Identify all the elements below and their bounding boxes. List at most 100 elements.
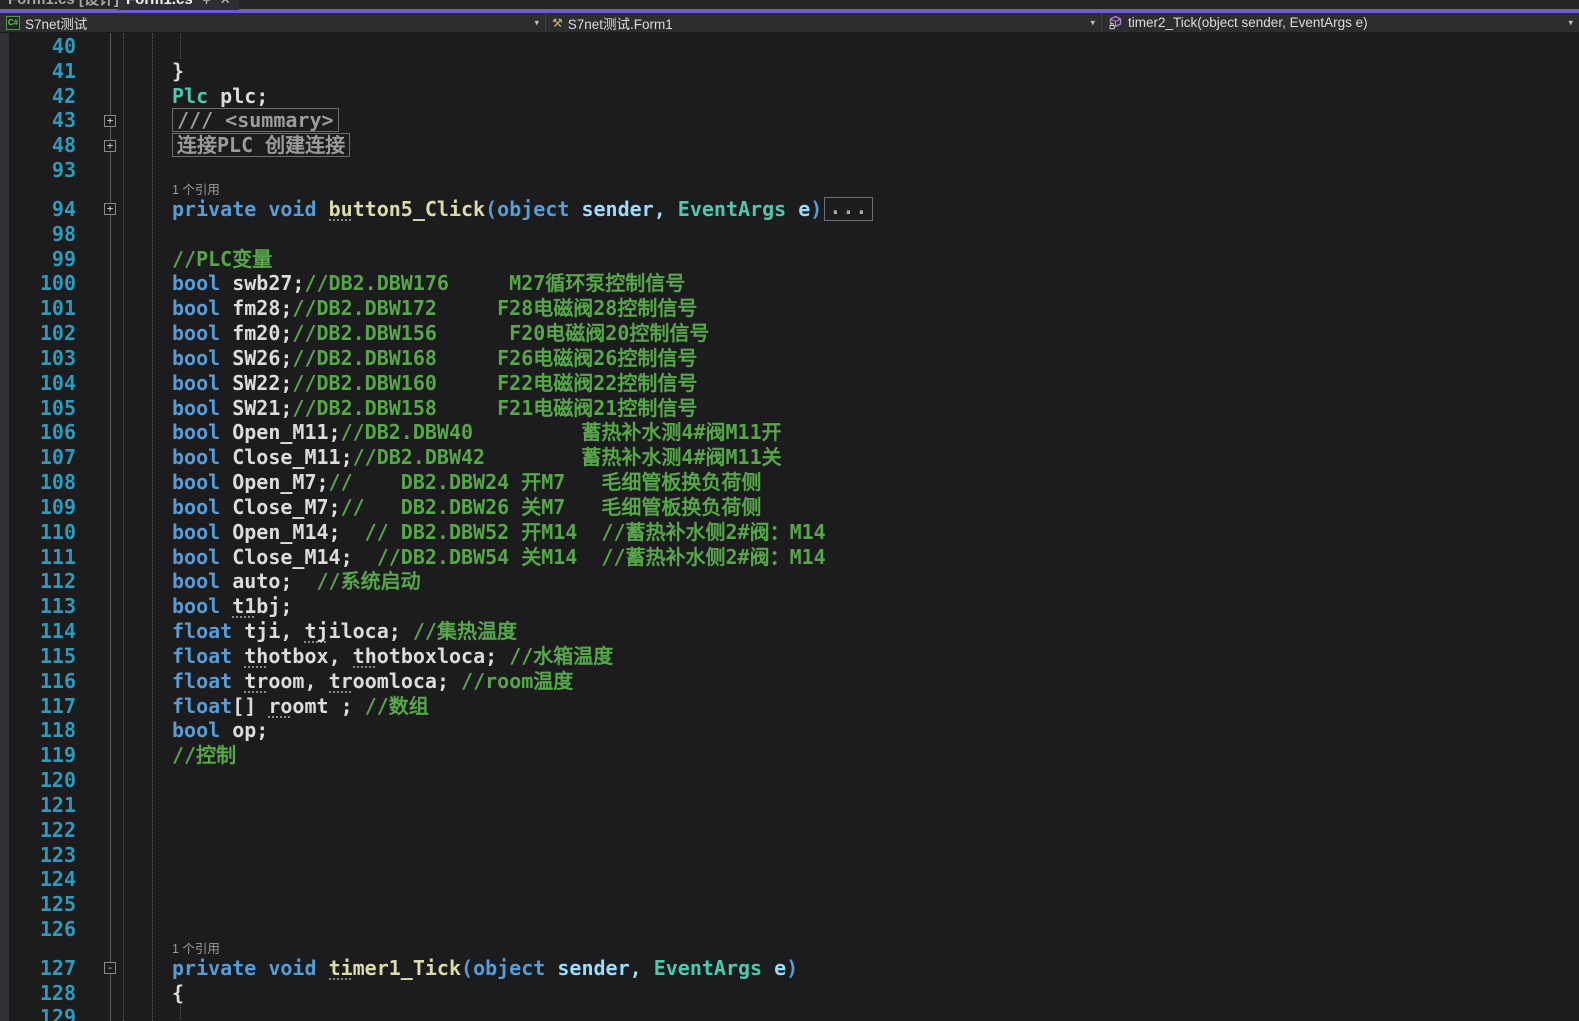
code-row[interactable]: 103bool SW26;//DB2.DBW168 F26电磁阀26控制信号 — [0, 346, 1579, 371]
line-number: 111 — [0, 545, 76, 570]
code-row[interactable]: 40 — [0, 34, 1579, 59]
code-token: bool — [172, 594, 220, 618]
navbar-project-dropdown[interactable]: C# S7net测试 ▾ — [0, 13, 546, 32]
code-row[interactable]: 129 — [0, 1005, 1579, 1021]
code-row[interactable]: 115float thotbox, thotboxloca; //水箱温度 — [0, 644, 1579, 669]
code-row[interactable]: 118bool op; — [0, 718, 1579, 743]
code-editor[interactable]: 4041}42Plc plc;43+/// <summary>48+连接PLC … — [0, 33, 1579, 1021]
line-number: 93 — [0, 158, 76, 183]
collapsed-region-box[interactable]: /// <summary> — [172, 108, 339, 132]
code-row[interactable]: 128{ — [0, 981, 1579, 1006]
code-line-text: private void timer1_Tick(object sender, … — [172, 956, 798, 981]
line-number: 116 — [0, 669, 76, 694]
code-row[interactable]: 43+/// <summary> — [0, 108, 1579, 133]
code-line-text: bool Close_M11;//DB2.DBW42 蓄热补水测4#阀M11关 — [172, 445, 782, 470]
code-line-text: bool Close_M7;// DB2.DBW26 关M7 毛细管板换负荷侧 — [172, 495, 761, 520]
code-row[interactable]: 110bool Open_M14; // DB2.DBW52 开M14 //蓄热… — [0, 520, 1579, 545]
code-row[interactable]: 111bool Close_M14; //DB2.DBW54 关M14 //蓄热… — [0, 545, 1579, 570]
code-row[interactable]: 119 //控制 — [0, 743, 1579, 768]
code-row[interactable]: 121 — [0, 793, 1579, 818]
code-token: e — [774, 956, 786, 980]
fold-expand-icon[interactable]: + — [104, 203, 116, 215]
code-line-text: bool Open_M11;//DB2.DBW40 蓄热补水测4#阀M11开 — [172, 420, 782, 445]
code-line-text: bool Open_M14; // DB2.DBW52 开M14 //蓄热补水侧… — [172, 520, 826, 545]
code-row[interactable]: 123 — [0, 843, 1579, 868]
code-rows: 4041}42Plc plc;43+/// <summary>48+连接PLC … — [0, 34, 1579, 1021]
code-token: fm28; — [220, 296, 292, 320]
code-token: float — [172, 669, 232, 693]
private-method-icon — [1108, 15, 1123, 30]
codelens-references[interactable]: 1 个引用 — [172, 183, 220, 197]
navigation-bar: C# S7net测试 ▾ ⚒ S7net测试.Form1 ▾ timer2_Ti… — [0, 13, 1579, 33]
code-row[interactable]: 94+private void button5_Click(object sen… — [0, 197, 1579, 222]
tab-form1[interactable]: Form1.cs✕ — [118, 0, 239, 13]
code-row[interactable]: 112bool auto; //系统启动 — [0, 569, 1579, 594]
codelens-row: 1 个引用 — [0, 942, 1579, 956]
code-row[interactable]: 117float[] roomt ; //数组 — [0, 694, 1579, 719]
code-token: //DB2.DBW168 F26电磁阀26控制信号 — [292, 346, 697, 370]
fold-collapse-icon[interactable]: - — [104, 962, 116, 974]
code-token — [762, 956, 774, 980]
code-row[interactable]: 41} — [0, 59, 1579, 84]
code-row[interactable]: 124 — [0, 867, 1579, 892]
chevron-down-icon[interactable]: ▾ — [1568, 17, 1573, 28]
code-row[interactable]: 100bool swb27;//DB2.DBW176 M27循环泵控制信号 — [0, 271, 1579, 296]
code-line-text: //控制 — [172, 743, 236, 768]
code-row[interactable]: 116 float troom, troomloca; //room温度 — [0, 669, 1579, 694]
line-number: 127 — [0, 956, 76, 981]
code-token: //DB2.DBW42 蓄热补水测4#阀M11关 — [353, 445, 782, 469]
code-token: fm20; — [220, 321, 292, 345]
code-row[interactable]: 122 — [0, 818, 1579, 843]
line-number: 119 — [0, 743, 76, 768]
codelens-references[interactable]: 1 个引用 — [172, 942, 220, 956]
code-row[interactable]: 48 + 连接PLC 创建连接 — [0, 133, 1579, 158]
code-row[interactable]: 126 — [0, 917, 1579, 942]
chevron-down-icon[interactable]: ▾ — [534, 17, 539, 28]
line-number: 120 — [0, 768, 76, 793]
code-row[interactable]: 107bool Close_M11;//DB2.DBW42 蓄热补水测4#阀M1… — [0, 445, 1579, 470]
code-token: tjiloca — [304, 619, 388, 643]
line-number: 105 — [0, 396, 76, 421]
code-token: bool — [172, 520, 220, 544]
navbar-member-dropdown[interactable]: timer2_Tick(object sender, EventArgs e) … — [1102, 13, 1579, 32]
code-token: //DB2.DBW54 关M14 //蓄热补水侧2#阀：M14 — [377, 545, 826, 569]
pin-icon[interactable] — [201, 0, 212, 12]
code-row[interactable]: 104bool SW22;//DB2.DBW160 F22电磁阀22控制信号 — [0, 371, 1579, 396]
code-line-text: bool fm20;//DB2.DBW156 F20电磁阀20控制信号 — [172, 321, 709, 346]
line-number: 112 — [0, 569, 76, 594]
code-line-text: bool Open_M7;// DB2.DBW24 开M7 毛细管板换负荷侧 — [172, 470, 761, 495]
code-row[interactable]: 102bool fm20;//DB2.DBW156 F20电磁阀20控制信号 — [0, 321, 1579, 346]
code-row[interactable]: 106bool Open_M11;//DB2.DBW40 蓄热补水测4#阀M11… — [0, 420, 1579, 445]
fold-expand-icon[interactable]: + — [104, 115, 116, 127]
code-row[interactable]: 113bool t1bj; — [0, 594, 1579, 619]
close-icon[interactable]: ✕ — [220, 0, 231, 12]
code-row[interactable]: 101bool fm28;//DB2.DBW172 F28电磁阀28控制信号 — [0, 296, 1579, 321]
navbar-type-dropdown[interactable]: ⚒ S7net测试.Form1 ▾ — [546, 13, 1102, 32]
code-token: //数组 — [365, 694, 429, 718]
code-row[interactable]: 108bool Open_M7;// DB2.DBW24 开M7 毛细管板换负荷… — [0, 470, 1579, 495]
code-row[interactable]: 93 — [0, 158, 1579, 183]
collapsed-body-box[interactable]: ... — [824, 197, 873, 221]
line-number: 48 — [0, 133, 76, 158]
code-row[interactable]: 127 - private void timer1_Tick(object send… — [0, 956, 1579, 981]
code-token: , — [654, 197, 666, 221]
code-row[interactable]: 114float tji, tjiloca; //集热温度 — [0, 619, 1579, 644]
line-number: 98 — [0, 222, 76, 247]
code-line-text: float troom, troomloca; //room温度 — [172, 669, 573, 694]
code-line-text: /// <summary> — [172, 108, 339, 133]
code-row[interactable]: 120 — [0, 768, 1579, 793]
code-line-text: 连接PLC 创建连接 — [172, 133, 350, 158]
code-row[interactable]: 109bool Close_M7;// DB2.DBW26 关M7 毛细管板换负… — [0, 495, 1579, 520]
code-row[interactable]: 98 — [0, 222, 1579, 247]
code-token: void — [268, 197, 316, 221]
fold-expand-icon[interactable]: + — [104, 140, 116, 152]
code-row[interactable]: 105bool SW21;//DB2.DBW158 F21电磁阀21控制信号 — [0, 396, 1579, 421]
line-number: 40 — [0, 34, 76, 59]
line-number: 128 — [0, 981, 76, 1006]
indent-guide — [180, 1005, 181, 1021]
chevron-down-icon[interactable]: ▾ — [1090, 17, 1095, 28]
code-row[interactable]: 125 — [0, 892, 1579, 917]
collapsed-region-box[interactable]: 连接PLC 创建连接 — [172, 133, 350, 157]
code-row[interactable]: 42Plc plc; — [0, 84, 1579, 109]
code-row[interactable]: 99//PLC变量 — [0, 247, 1579, 272]
